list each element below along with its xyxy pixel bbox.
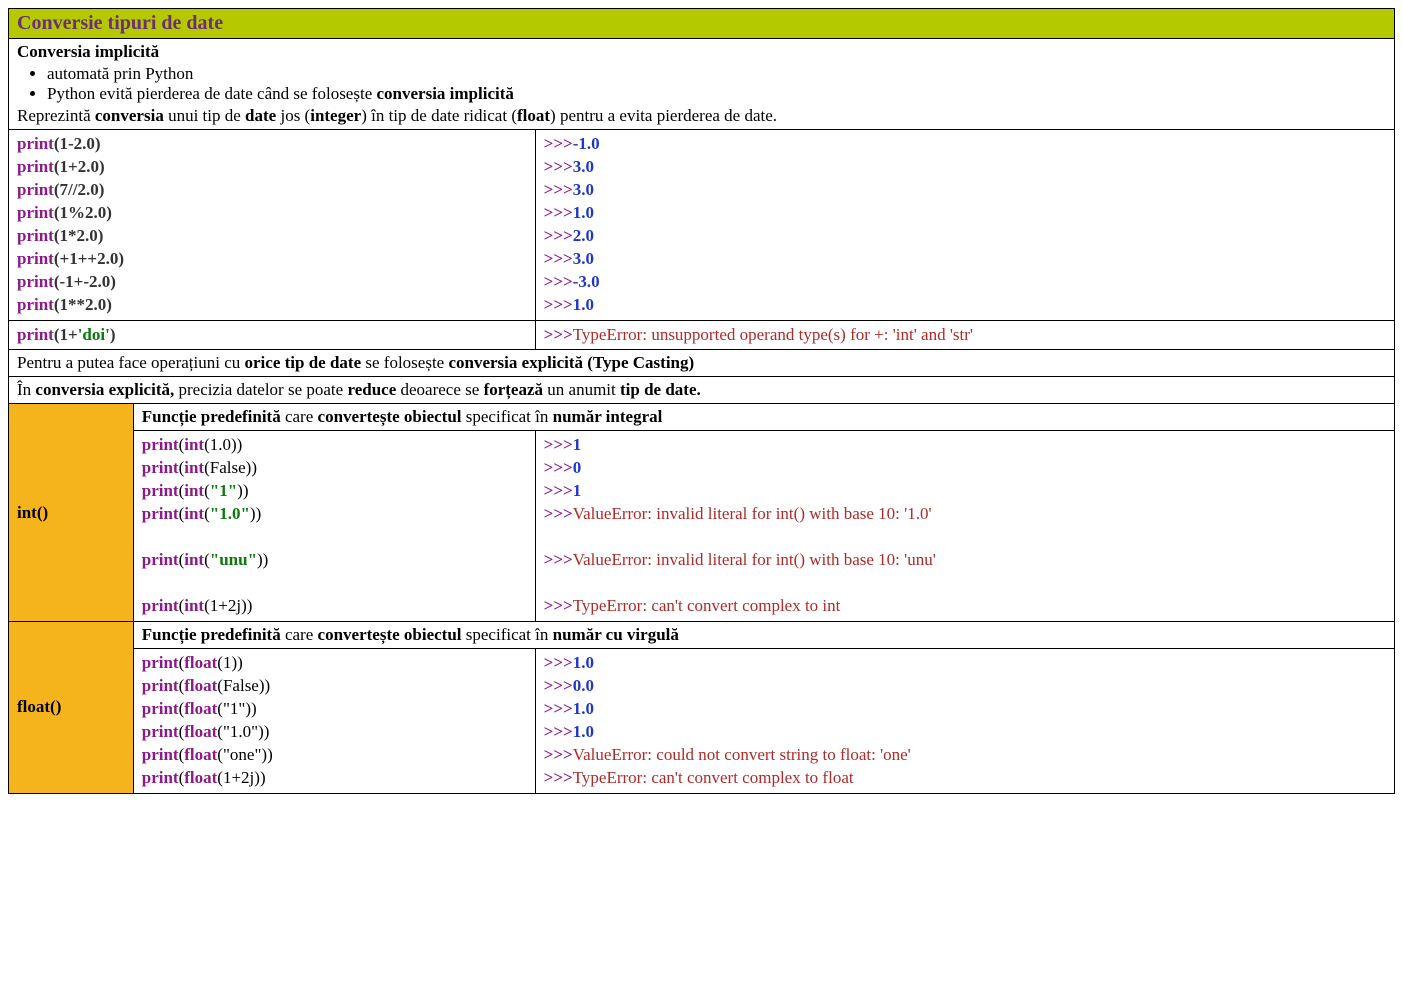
error-output: >>>TypeError: unsupported operand type(s… <box>535 320 1394 350</box>
float-code: print(float(1))print(float(False))print(… <box>133 648 535 793</box>
conversion-table: Conversie tipuri de date Conversia impli… <box>8 8 1395 794</box>
intro-bullets: automată prin Python Python evită pierde… <box>47 64 1386 104</box>
int-output: >>>1>>>0>>>1>>>ValueError: invalid liter… <box>535 431 1394 622</box>
float-desc: Funcție predefinită care convertește obi… <box>133 621 1394 648</box>
implicit-output: >>>-1.0>>>3.0>>>3.0>>>1.0>>>2.0>>>3.0>>>… <box>535 130 1394 321</box>
error-code: print(1+'doi') <box>9 320 536 350</box>
list-item: Python evită pierderea de date când se f… <box>47 84 1386 104</box>
explicit-note: În conversia explicită, precizia datelor… <box>9 377 1395 404</box>
table-title: Conversie tipuri de date <box>9 9 1395 39</box>
intro-heading: Conversia implicită <box>17 42 159 61</box>
float-output: >>>1.0>>>0.0>>>1.0>>>1.0>>>ValueError: c… <box>535 648 1394 793</box>
float-label: float() <box>9 621 134 793</box>
intro-cell: Conversia implicită automată prin Python… <box>9 39 1395 130</box>
list-item: automată prin Python <box>47 64 1386 84</box>
int-desc: Funcție predefinită care convertește obi… <box>133 404 1394 431</box>
intro-desc: Reprezintă conversia unui tip de date jo… <box>17 106 777 125</box>
explicit-intro: Pentru a putea face operațiuni cu orice … <box>9 350 1395 377</box>
implicit-code: print(1-2.0)print(1+2.0)print(7//2.0)pri… <box>9 130 536 321</box>
int-label: int() <box>9 404 134 622</box>
int-code: print(int(1.0))print(int(False))print(in… <box>133 431 535 622</box>
